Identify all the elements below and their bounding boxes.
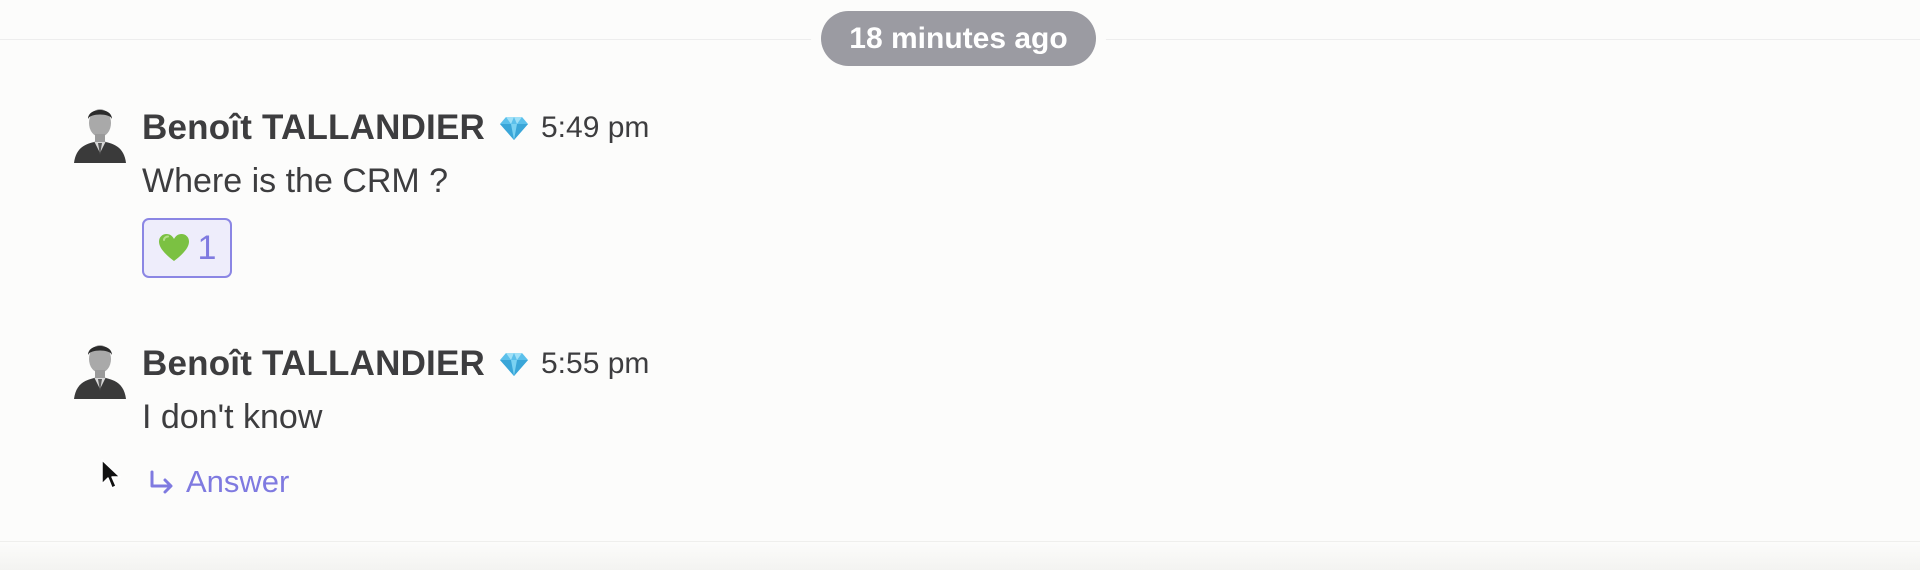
- reaction-count: 1: [197, 228, 217, 267]
- diamond-icon: [499, 114, 529, 142]
- reply-arrow-icon: [148, 468, 176, 496]
- answer-label: Answer: [186, 464, 290, 499]
- composer-edge: [0, 541, 1920, 570]
- message-text: I don't know: [142, 398, 323, 436]
- reaction-button[interactable]: 1: [142, 218, 232, 278]
- author-name[interactable]: Benoît TALLANDIER: [142, 108, 485, 148]
- time-divider-label: 18 minutes ago: [821, 11, 1096, 66]
- mouse-cursor-icon: [101, 459, 121, 491]
- answer-button[interactable]: Answer: [148, 464, 289, 500]
- message-header: Benoît TALLANDIER 5:55 pm: [142, 342, 649, 386]
- chat-thread: 18 minutes ago Benoît TALLANDIER 5:49 pm…: [0, 0, 1920, 570]
- message-timestamp[interactable]: 5:55 pm: [541, 347, 649, 381]
- avatar[interactable]: [70, 339, 130, 399]
- author-name[interactable]: Benoît TALLANDIER: [142, 344, 485, 384]
- message-header: Benoît TALLANDIER 5:49 pm: [142, 106, 649, 150]
- green-heart-icon: [158, 233, 190, 263]
- diamond-icon: [499, 350, 529, 378]
- message-text: Where is the CRM ?: [142, 162, 449, 200]
- message-timestamp[interactable]: 5:49 pm: [541, 111, 649, 145]
- avatar[interactable]: [70, 103, 130, 163]
